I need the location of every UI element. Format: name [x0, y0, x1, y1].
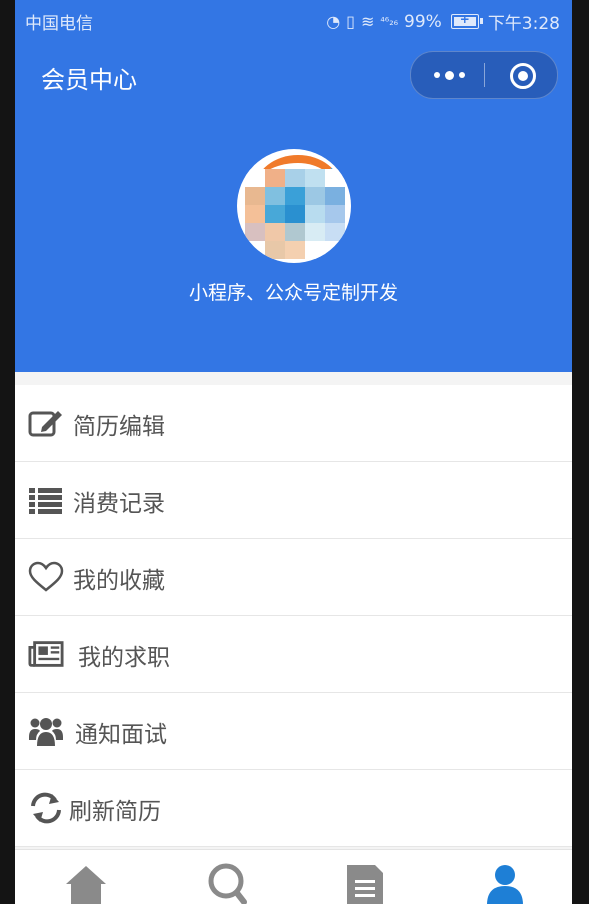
avatar-mosaic-cell — [285, 223, 305, 241]
avatar-mosaic-cell — [285, 241, 305, 259]
menu-item-label: 我的收藏 — [73, 568, 165, 594]
alarm-icon: ◔ — [326, 12, 341, 31]
avatar-mosaic-cell — [325, 205, 345, 223]
menu-item-refresh-resume[interactable]: 刷新简历 — [15, 770, 572, 847]
more-dot-icon — [444, 70, 454, 80]
avatar-mosaic-cell — [265, 205, 285, 223]
avatar-mosaic-cell — [245, 169, 265, 187]
avatar-mosaic-cell — [265, 169, 285, 187]
user-icon[interactable] — [475, 858, 535, 904]
avatar-mosaic-cell — [325, 187, 345, 205]
menu-item-my-job-search[interactable]: 我的求职 — [15, 616, 572, 693]
list-icon — [29, 488, 62, 514]
signal-icon: ⁴⁶₂₆ — [380, 15, 399, 28]
avatar-mosaic-cell — [245, 205, 265, 223]
menu-item-label: 我的求职 — [78, 645, 170, 671]
avatar-mosaic-cell — [325, 241, 345, 259]
avatar-mosaic-cell — [245, 241, 265, 259]
more-dot-icon — [433, 72, 440, 78]
avatar-mosaic-cell — [245, 223, 265, 241]
close-miniprogram-button[interactable] — [510, 63, 536, 89]
avatar-mosaic-cell — [305, 223, 325, 241]
avatar-mosaic-cell — [245, 187, 265, 205]
avatar-mosaic-cell — [285, 169, 305, 187]
avatar-mosaic-cell — [285, 187, 305, 205]
phone-screen: 中国电信 ◔ ▯ ≋ ⁴⁶₂₆ 99% + 下午3:28 会员中心 小程序、公众… — [15, 0, 572, 904]
more-dot-icon — [458, 72, 465, 78]
more-options-button[interactable] — [429, 52, 469, 98]
newspaper-icon — [28, 641, 64, 667]
wifi-icon: ≋ — [360, 12, 375, 31]
menu-item-my-favorites[interactable]: 我的收藏 — [15, 539, 572, 616]
home-icon[interactable] — [56, 858, 116, 904]
menu-item-label: 消费记录 — [73, 491, 165, 517]
status-time: 下午3:28 — [487, 14, 560, 34]
battery-percent: 99% — [404, 11, 442, 32]
avatar-mosaic-cell — [265, 241, 285, 259]
capsule-divider — [484, 63, 485, 87]
menu-item-label: 通知面试 — [75, 722, 167, 748]
menu-item-resume-edit[interactable]: 简历编辑 — [15, 385, 572, 462]
avatar-mosaic-cell — [305, 241, 325, 259]
search-icon[interactable] — [198, 858, 258, 904]
menu-item-interview-notice[interactable]: 通知面试 — [15, 693, 572, 770]
avatar-mosaic-cell — [305, 187, 325, 205]
menu-item-label: 刷新简历 — [69, 799, 161, 825]
status-icons: ◔ ▯ ≋ ⁴⁶₂₆ 99% + 下午3:28 — [326, 9, 560, 35]
avatar-mosaic-cell — [305, 169, 325, 187]
member-header: 中国电信 ◔ ▯ ≋ ⁴⁶₂₆ 99% + 下午3:28 会员中心 小程序、公众… — [15, 0, 572, 372]
avatar[interactable] — [237, 149, 351, 263]
battery-icon: + — [450, 12, 483, 29]
menu-item-label: 简历编辑 — [73, 414, 165, 440]
member-menu: 简历编辑 消费记录 我的收藏 我的求职 通知面试 刷新简历 — [15, 385, 572, 847]
miniprogram-capsule — [410, 51, 558, 99]
bottom-tab-bar — [15, 849, 572, 904]
avatar-mosaic-cell — [285, 205, 305, 223]
menu-item-consumption-records[interactable]: 消费记录 — [15, 462, 572, 539]
status-bar: 中国电信 ◔ ▯ ≋ ⁴⁶₂₆ 99% + 下午3:28 — [15, 0, 572, 40]
refresh-icon — [31, 792, 61, 824]
vibrate-icon: ▯ — [346, 12, 355, 31]
page-title: 会员中心 — [41, 66, 137, 94]
profile-name: 小程序、公众号定制开发 — [188, 282, 398, 304]
avatar-mosaic-cell — [265, 223, 285, 241]
avatar-pixelated-image — [245, 169, 345, 259]
avatar-mosaic-cell — [305, 205, 325, 223]
avatar-mosaic-cell — [265, 187, 285, 205]
heart-icon — [28, 561, 64, 592]
avatar-mosaic-cell — [325, 223, 345, 241]
edit-icon — [28, 411, 62, 437]
document-icon[interactable] — [335, 858, 395, 904]
avatar-mosaic-cell — [325, 169, 345, 187]
carrier-name: 中国电信 — [25, 14, 93, 34]
users-icon — [29, 718, 63, 746]
